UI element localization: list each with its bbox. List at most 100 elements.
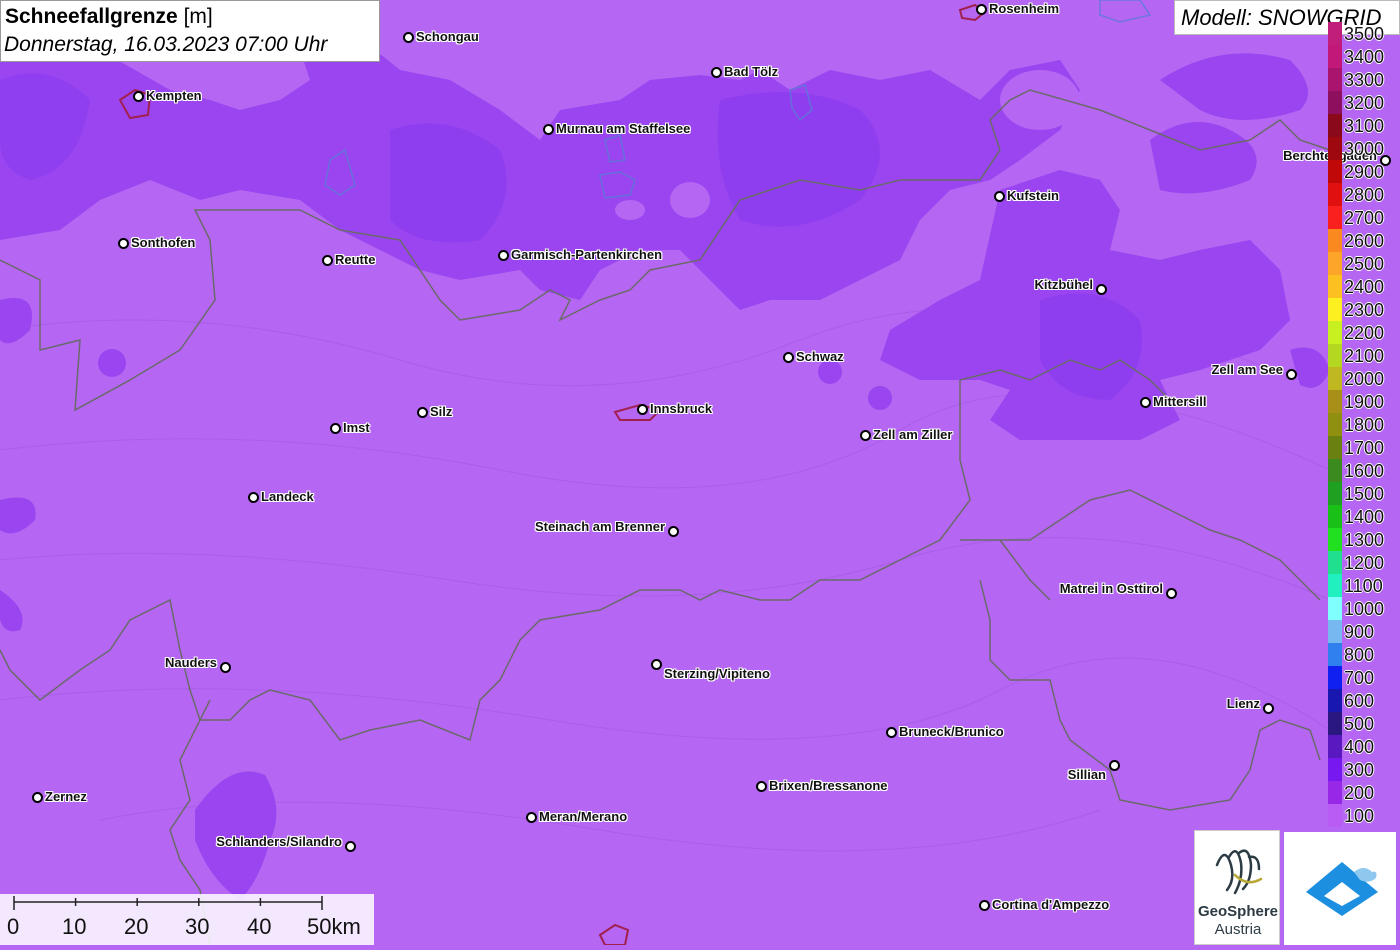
geosphere-logo-line2: Austria <box>1214 921 1262 938</box>
city-marker[interactable] <box>756 781 767 792</box>
city-label[interactable]: Innsbruck <box>650 401 712 416</box>
city-label[interactable]: Steinach am Brenner <box>535 519 665 534</box>
legend-item: 3400 <box>1328 45 1400 68</box>
city-label[interactable]: Kitzbühel <box>1035 277 1094 292</box>
legend-swatch <box>1328 229 1342 252</box>
legend-item: 800 <box>1328 643 1400 666</box>
scale-tick-20: 20 <box>124 914 149 939</box>
city-label[interactable]: Mittersill <box>1153 394 1206 409</box>
legend-swatch <box>1328 22 1342 45</box>
legend-label: 700 <box>1344 668 1375 688</box>
city-label[interactable]: Sillian <box>1068 767 1106 782</box>
city-marker[interactable] <box>651 659 662 670</box>
city-marker[interactable] <box>976 4 987 15</box>
city-label[interactable]: Bruneck/Brunico <box>899 724 1004 739</box>
legend-label: 2700 <box>1344 208 1385 228</box>
city-marker[interactable] <box>783 352 794 363</box>
legend-swatch <box>1328 321 1342 344</box>
city-label[interactable]: Kempten <box>146 88 202 103</box>
city-marker[interactable] <box>248 492 259 503</box>
legend-label: 300 <box>1344 760 1375 780</box>
city-label[interactable]: Sterzing/Vipiteno <box>664 666 770 681</box>
legend-label: 1700 <box>1344 438 1385 458</box>
legend-label: 2100 <box>1344 346 1385 366</box>
legend-item: 600 <box>1328 689 1400 712</box>
legend-label: 3500 <box>1344 24 1385 44</box>
city-marker[interactable] <box>637 404 648 415</box>
legend-item: 500 <box>1328 712 1400 735</box>
city-marker[interactable] <box>322 255 333 266</box>
city-label[interactable]: Bad Tölz <box>724 64 778 79</box>
city-label[interactable]: Sonthofen <box>131 235 195 250</box>
city-marker[interactable] <box>330 423 341 434</box>
city-marker[interactable] <box>1140 397 1151 408</box>
legend-item: 2500 <box>1328 252 1400 275</box>
city-marker[interactable] <box>668 526 679 537</box>
city-label[interactable]: Cortina d'Ampezzo <box>992 897 1109 912</box>
legend-swatch <box>1328 68 1342 91</box>
city-marker[interactable] <box>1096 284 1107 295</box>
city-label[interactable]: Zell am See <box>1211 362 1283 377</box>
legend-label: 600 <box>1344 691 1375 711</box>
city-marker[interactable] <box>345 841 356 852</box>
city-label[interactable]: Landeck <box>261 489 314 504</box>
legend-item: 700 <box>1328 666 1400 689</box>
city-label[interactable]: Kufstein <box>1007 188 1059 203</box>
city-marker[interactable] <box>526 812 537 823</box>
legend-item: 100 <box>1328 804 1400 827</box>
city-label[interactable]: Garmisch-Partenkirchen <box>511 247 662 262</box>
city-marker[interactable] <box>979 900 990 911</box>
city-marker[interactable] <box>1109 760 1120 771</box>
legend-label: 2000 <box>1344 369 1385 389</box>
legend-label: 1800 <box>1344 415 1385 435</box>
legend-swatch <box>1328 758 1342 781</box>
city-label[interactable]: Schongau <box>416 29 479 44</box>
city-marker[interactable] <box>1286 369 1297 380</box>
city-label[interactable]: Reutte <box>335 252 375 267</box>
legend-label: 500 <box>1344 714 1375 734</box>
city-marker[interactable] <box>543 124 554 135</box>
map-canvas[interactable] <box>0 0 1400 945</box>
city-marker[interactable] <box>118 238 129 249</box>
city-marker[interactable] <box>220 662 231 673</box>
city-label[interactable]: Zernez <box>45 789 87 804</box>
city-label[interactable]: Murnau am Staffelsee <box>556 121 690 136</box>
city-label[interactable]: Imst <box>343 420 370 435</box>
legend-swatch <box>1328 114 1342 137</box>
city-marker[interactable] <box>1263 703 1274 714</box>
geosphere-logo[interactable]: GeoSphere Austria <box>1194 830 1280 945</box>
legend-swatch <box>1328 160 1342 183</box>
city-label[interactable]: Meran/Merano <box>539 809 627 824</box>
legend-item: 2400 <box>1328 275 1400 298</box>
partner-logo[interactable] <box>1284 832 1396 945</box>
legend-swatch <box>1328 183 1342 206</box>
city-marker[interactable] <box>498 250 509 261</box>
legend-item: 1300 <box>1328 528 1400 551</box>
city-label[interactable]: Brixen/Bressanone <box>769 778 888 793</box>
city-label[interactable]: Lienz <box>1227 696 1260 711</box>
city-marker[interactable] <box>417 407 428 418</box>
color-legend: 3500 3400 3300 3200 3100 3000 2900 2800 2700 2600… <box>1328 22 1400 832</box>
city-marker[interactable] <box>886 727 897 738</box>
city-marker[interactable] <box>1166 588 1177 599</box>
city-marker[interactable] <box>32 792 43 803</box>
city-label[interactable]: Rosenheim <box>989 1 1059 16</box>
city-label[interactable]: Silz <box>430 404 452 419</box>
city-label[interactable]: Nauders <box>165 655 217 670</box>
city-label[interactable]: Schlanders/Silandro <box>216 834 342 849</box>
city-marker[interactable] <box>711 67 722 78</box>
city-marker[interactable] <box>133 91 144 102</box>
city-marker[interactable] <box>403 32 414 43</box>
city-label[interactable]: Schwaz <box>796 349 844 364</box>
city-marker[interactable] <box>860 430 871 441</box>
legend-swatch <box>1328 804 1342 827</box>
legend-item: 2700 <box>1328 206 1400 229</box>
legend-label: 2300 <box>1344 300 1385 320</box>
legend-label: 1300 <box>1344 530 1385 550</box>
geosphere-logo-line1: GeoSphere <box>1197 903 1279 920</box>
city-label[interactable]: Matrei in Osttirol <box>1060 581 1163 596</box>
city-label[interactable]: Zell am Ziller <box>873 427 952 442</box>
legend-item: 2900 <box>1328 160 1400 183</box>
legend-item: 1500 <box>1328 482 1400 505</box>
city-marker[interactable] <box>994 191 1005 202</box>
